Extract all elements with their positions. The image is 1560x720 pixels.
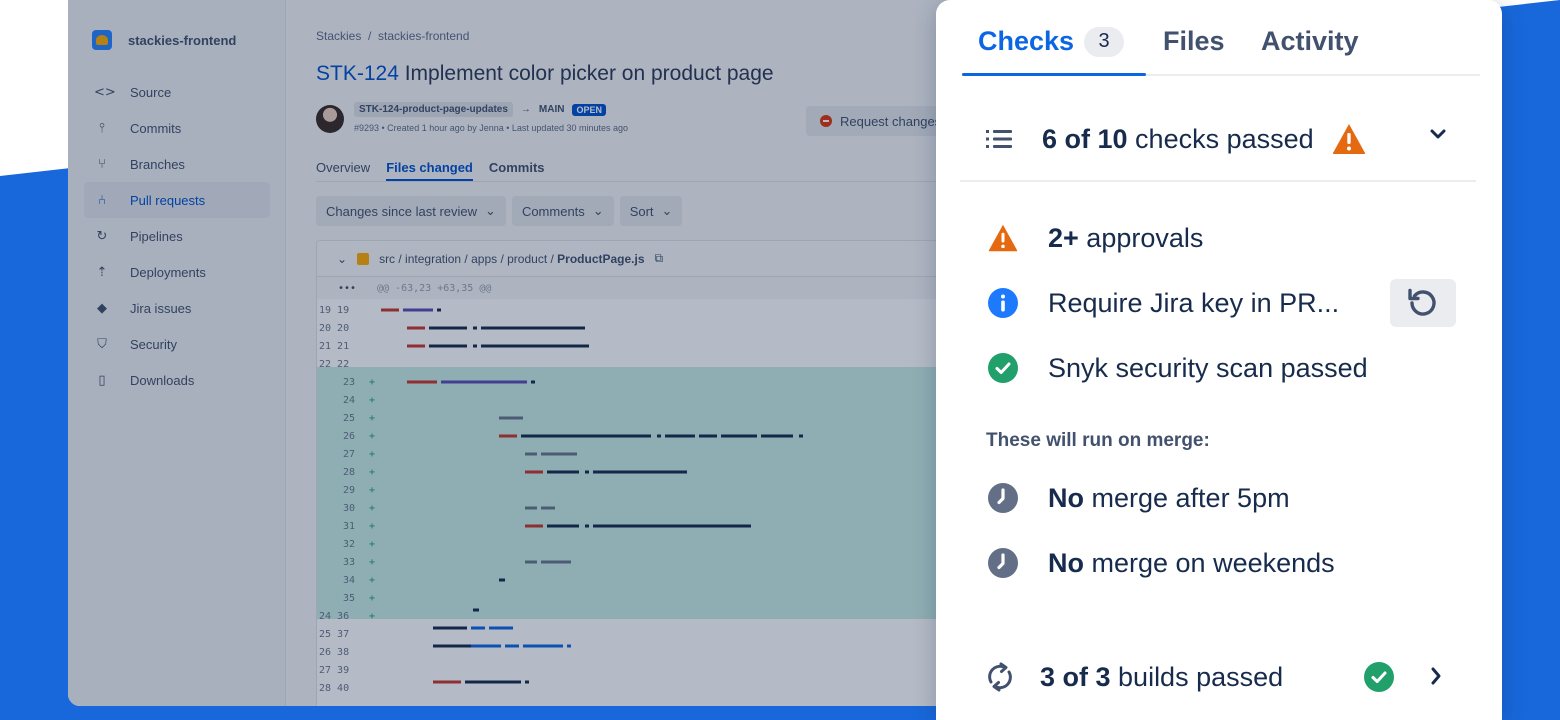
active-tab-indicator [962, 73, 1146, 76]
tab-files[interactable]: Files [1163, 26, 1225, 57]
success-check-icon [988, 353, 1018, 383]
rerun-check-button[interactable] [1390, 279, 1456, 327]
check-label-bold: 2+ [1048, 222, 1079, 253]
check-row-jira-key[interactable]: Require Jira key in PR... [988, 281, 1339, 325]
modal-dim-overlay [68, 0, 1068, 706]
builds-label: 3 of 3 builds passed [1040, 662, 1283, 693]
checks-summary-text: 6 of 10 checks passed [1042, 124, 1314, 155]
clock-icon [988, 548, 1018, 578]
chevron-right-icon[interactable] [1430, 666, 1442, 686]
panel-tabs: Checks 3 Files Activity [962, 26, 1480, 76]
checks-panel: Checks 3 Files Activity 6 of 10 checks p… [936, 0, 1502, 720]
warning-icon [988, 224, 1018, 252]
builds-summary[interactable]: 3 of 3 builds passed [984, 652, 1454, 702]
sync-icon [988, 662, 1012, 692]
check-label-bold: No [1048, 482, 1084, 513]
check-label: No merge after 5pm [1048, 483, 1290, 514]
check-row-approvals[interactable]: 2+ approvals [988, 216, 1203, 260]
list-icon [986, 130, 1012, 148]
checks-passed-count: 6 of 10 [1042, 123, 1128, 154]
check-label-rest: approvals [1078, 222, 1204, 253]
merge-check-weekends[interactable]: No merge on weekends [988, 541, 1335, 585]
on-merge-heading: These will run on merge: [986, 430, 1210, 451]
check-label-rest: merge on weekends [1084, 547, 1335, 578]
checks-summary[interactable]: 6 of 10 checks passed [960, 98, 1476, 182]
tab-activity[interactable]: Activity [1261, 26, 1359, 57]
check-label: Require Jira key in PR... [1048, 287, 1340, 318]
tab-checks[interactable]: Checks 3 [978, 26, 1125, 57]
builds-passed-count: 3 of 3 [1040, 661, 1111, 692]
success-check-icon [1364, 662, 1394, 692]
check-label-bold: No [1048, 547, 1084, 578]
check-label: No merge on weekends [1048, 548, 1335, 579]
tab-checks-label: Checks [978, 26, 1075, 56]
clock-icon [988, 483, 1018, 513]
check-label: Snyk security scan passed [1048, 352, 1368, 383]
refresh-icon [1408, 288, 1436, 316]
builds-passed-label: builds passed [1110, 661, 1284, 692]
info-icon [988, 288, 1018, 318]
chevron-down-icon[interactable] [1430, 128, 1446, 140]
checks-count-badge: 3 [1084, 26, 1125, 57]
check-label-rest: merge after 5pm [1084, 482, 1290, 513]
warning-icon [1332, 124, 1365, 154]
checks-passed-label: checks passed [1127, 123, 1314, 154]
check-row-snyk[interactable]: Snyk security scan passed [988, 346, 1368, 390]
merge-check-after-5pm[interactable]: No merge after 5pm [988, 476, 1290, 520]
check-label: 2+ approvals [1048, 223, 1203, 254]
